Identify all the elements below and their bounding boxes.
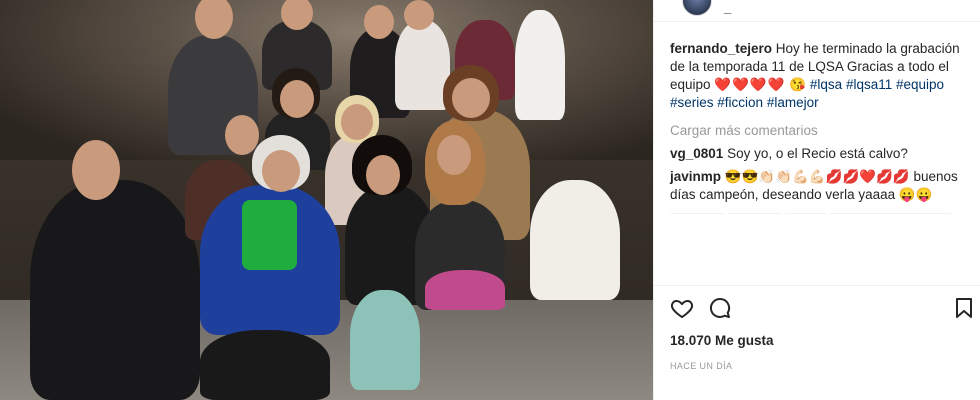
bookmark-icon[interactable] xyxy=(952,296,976,320)
photo-person xyxy=(425,270,505,310)
post-header: _ xyxy=(654,0,980,22)
photo-person xyxy=(350,290,420,390)
caption: fernando_tejero Hoy he terminado la grab… xyxy=(670,40,975,112)
hashtag[interactable]: #lqsa xyxy=(810,77,842,92)
comment-username[interactable]: vg_0801 xyxy=(670,146,723,161)
likes-count[interactable]: 18.070 Me gusta xyxy=(670,333,774,348)
comment-tail-emojis: 😛😛 xyxy=(898,187,933,202)
action-icons-row xyxy=(670,296,972,322)
photo-face xyxy=(262,150,300,192)
photo-person xyxy=(30,180,200,400)
photo-face xyxy=(437,135,471,175)
comment-item: javinmp 😎😎👏🏻👏🏻💪🏻💪🏻💋💋❤️💋💋 buenos días cam… xyxy=(670,168,975,204)
photo-face xyxy=(72,140,120,200)
comment-username[interactable]: javinmp xyxy=(670,169,721,184)
comments-list: fernando_tejero Hoy he terminado la grab… xyxy=(670,40,975,214)
photo-face xyxy=(341,104,373,140)
post-timestamp[interactable]: HACE UN DÍA xyxy=(670,361,732,371)
wink-kiss-emoji: 😘 xyxy=(789,77,807,92)
comment-bubble-icon[interactable] xyxy=(708,296,732,320)
hashtag[interactable]: #lamejor xyxy=(767,95,819,110)
photo-person xyxy=(515,10,565,120)
comment-emojis: 😎😎👏🏻👏🏻💪🏻💪🏻💋💋❤️💋💋 xyxy=(724,169,910,184)
photo-person xyxy=(242,200,297,270)
post-actions: 18.070 Me gusta HACE UN DÍA xyxy=(654,285,980,395)
load-more-comments-link[interactable]: Cargar más comentarios xyxy=(670,122,975,140)
comment-item: vg_0801 Soy yo, o el Recio está calvo? xyxy=(670,145,975,163)
post-photo[interactable] xyxy=(0,0,653,400)
photo-face xyxy=(364,5,394,39)
header-username[interactable]: _ xyxy=(724,0,731,15)
hashtag[interactable]: #ficcion xyxy=(717,95,763,110)
photo-person xyxy=(530,180,620,300)
clipped-comment: ▬▬▬▬ ▬▬▬▬ ▬▬▬ ▬▬▬▬▬▬▬▬▬ xyxy=(670,206,952,214)
photo-face xyxy=(404,0,434,30)
caption-username[interactable]: fernando_tejero xyxy=(670,41,772,56)
photo-face xyxy=(366,155,400,195)
photo-person xyxy=(395,20,450,110)
photo-face xyxy=(280,80,314,118)
photo-face xyxy=(452,78,490,118)
hashtag[interactable]: #series xyxy=(670,95,714,110)
heart-outline-icon[interactable] xyxy=(670,296,694,320)
photo-person xyxy=(200,330,330,400)
hashtag[interactable]: #lqsa11 xyxy=(846,77,892,92)
photo-face xyxy=(225,115,259,155)
hashtag[interactable]: #equipo xyxy=(896,77,944,92)
avatar[interactable] xyxy=(682,0,712,16)
hearts-emoji: ❤️❤️❤️❤️ xyxy=(714,77,786,92)
comment-text: Soy yo, o el Recio está calvo? xyxy=(727,146,908,161)
post-details-panel: _ fernando_tejero Hoy he terminado la gr… xyxy=(653,0,980,400)
